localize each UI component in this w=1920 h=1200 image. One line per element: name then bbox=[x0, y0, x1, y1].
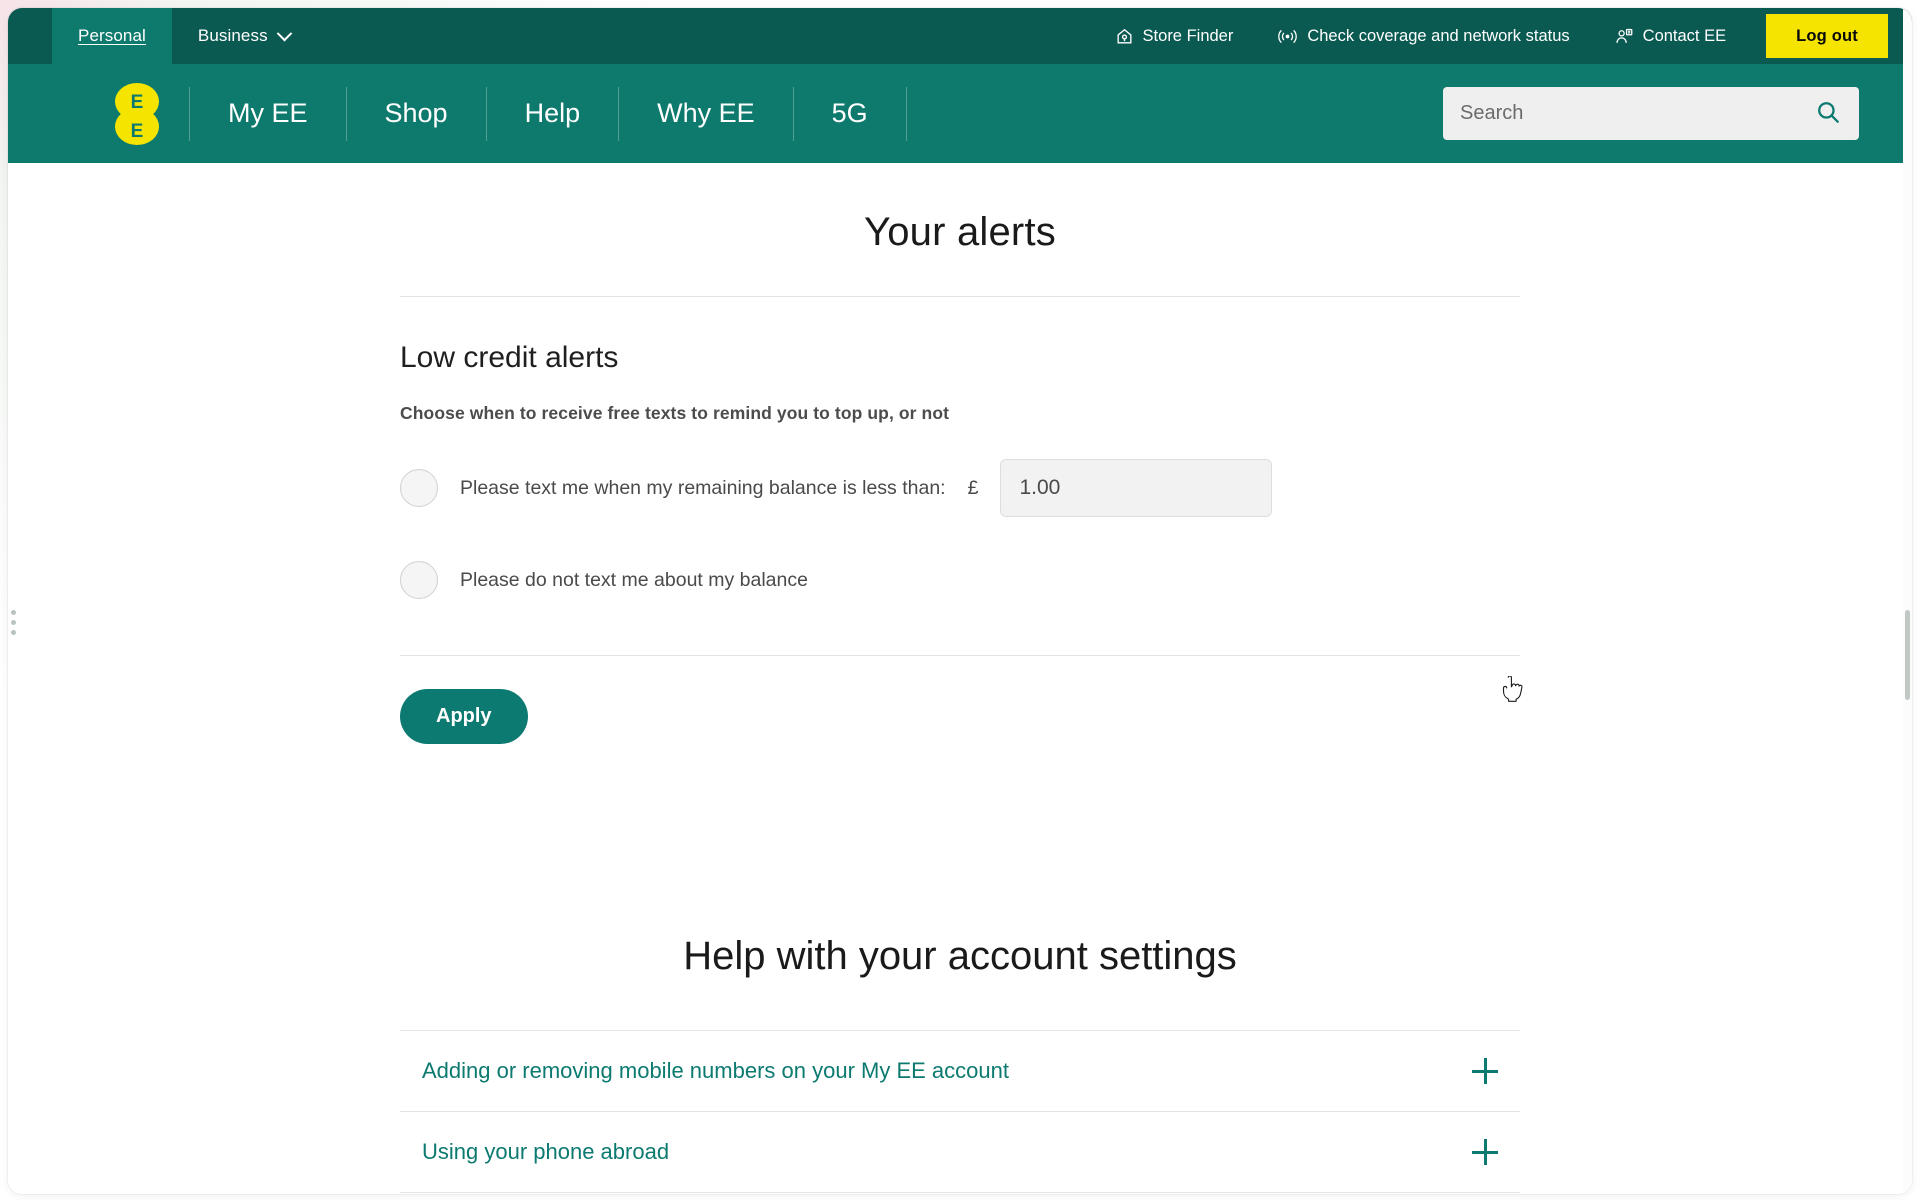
page-surface: Personal Business Store Finder Check cov… bbox=[8, 8, 1912, 1194]
apply-button[interactable]: Apply bbox=[400, 689, 528, 744]
logout-button[interactable]: Log out bbox=[1766, 14, 1888, 58]
contact-agent-icon bbox=[1614, 27, 1634, 46]
nav-item-help[interactable]: Help bbox=[487, 83, 619, 145]
ee-logo[interactable]: E E bbox=[115, 82, 159, 145]
alert-option-row-text-me[interactable]: Please text me when my remaining balance… bbox=[400, 459, 1520, 517]
main-navigation-bar: E E My EE Shop Help Why EE 5G bbox=[8, 64, 1912, 163]
vertical-scrollbar-thumb[interactable] bbox=[1905, 610, 1910, 700]
network-signal-icon bbox=[1277, 27, 1298, 46]
accordion-item-label: Using your phone abroad bbox=[422, 1139, 670, 1164]
page-content: Your alerts Low credit alerts Choose whe… bbox=[8, 163, 1912, 1194]
ee-logo-letter-1: E bbox=[130, 91, 144, 113]
store-finder-icon bbox=[1115, 27, 1134, 46]
accordion-item-phone-abroad[interactable]: Using your phone abroad bbox=[400, 1111, 1520, 1192]
content-container: Low credit alerts Choose when to receive… bbox=[400, 296, 1520, 1194]
nav-item-my-ee[interactable]: My EE bbox=[190, 83, 346, 145]
radio-text-me-label: Please text me when my remaining balance… bbox=[460, 476, 946, 499]
plus-icon[interactable] bbox=[1472, 1139, 1498, 1165]
radio-do-not-text-label: Please do not text me about my balance bbox=[460, 568, 808, 591]
handle-dot bbox=[10, 629, 16, 635]
tab-personal-label: Personal bbox=[78, 26, 146, 45]
radio-text-me-when-low[interactable] bbox=[400, 469, 438, 507]
chevron-down-icon bbox=[276, 25, 292, 41]
utility-link-label: Contact EE bbox=[1642, 26, 1727, 45]
utility-link-check-coverage[interactable]: Check coverage and network status bbox=[1255, 8, 1591, 64]
nav-item-5g[interactable]: 5G bbox=[794, 83, 906, 145]
utility-link-label: Store Finder bbox=[1142, 26, 1234, 45]
handle-dot bbox=[10, 619, 16, 625]
search-button[interactable] bbox=[1811, 95, 1845, 132]
section-subheading-low-credit: Choose when to receive free texts to rem… bbox=[400, 403, 950, 423]
tab-business[interactable]: Business bbox=[172, 8, 316, 64]
vertical-scrollbar-track[interactable] bbox=[1903, 8, 1912, 1194]
tab-personal[interactable]: Personal bbox=[52, 8, 172, 64]
utility-link-label: Check coverage and network status bbox=[1307, 26, 1570, 45]
search-bar[interactable] bbox=[1443, 87, 1859, 140]
help-accordion: Adding or removing mobile numbers on you… bbox=[400, 1030, 1520, 1194]
handle-dot bbox=[10, 609, 16, 615]
accordion-item-network-status[interactable]: How to check the status of the EE networ… bbox=[400, 1192, 1520, 1194]
resize-handle[interactable] bbox=[8, 600, 18, 644]
utility-links: Store Finder Check coverage and network … bbox=[1093, 8, 1912, 64]
ee-logo-letter-2: E bbox=[130, 120, 144, 142]
threshold-amount-input[interactable] bbox=[1000, 459, 1273, 517]
radio-do-not-text-me[interactable] bbox=[400, 561, 438, 599]
nav-item-shop[interactable]: Shop bbox=[347, 83, 486, 145]
alert-option-row-do-not-text[interactable]: Please do not text me about my balance bbox=[400, 551, 1520, 609]
audience-tabs: Personal Business bbox=[8, 8, 316, 64]
nav-divider bbox=[905, 86, 907, 141]
accordion-item-add-remove-numbers[interactable]: Adding or removing mobile numbers on you… bbox=[400, 1030, 1520, 1111]
nav-item-why-ee[interactable]: Why EE bbox=[619, 83, 793, 145]
help-section-title: Help with your account settings bbox=[683, 934, 1237, 978]
plus-icon[interactable] bbox=[1472, 1058, 1498, 1084]
utility-bar: Personal Business Store Finder Check cov… bbox=[8, 8, 1912, 64]
currency-symbol: £ bbox=[967, 476, 979, 499]
utility-link-store-finder[interactable]: Store Finder bbox=[1093, 8, 1256, 64]
accordion-item-label: Adding or removing mobile numbers on you… bbox=[422, 1058, 1009, 1083]
section-heading-low-credit: Low credit alerts bbox=[400, 341, 619, 374]
browser-viewport-frame: Personal Business Store Finder Check cov… bbox=[0, 0, 1920, 1200]
primary-nav-items: My EE Shop Help Why EE 5G bbox=[189, 83, 907, 145]
search-input[interactable] bbox=[1460, 102, 1811, 125]
utility-link-contact-ee[interactable]: Contact EE bbox=[1592, 8, 1748, 64]
search-icon bbox=[1815, 99, 1841, 128]
page-title: Your alerts bbox=[864, 210, 1056, 254]
apply-button-row: Apply bbox=[400, 656, 1520, 774]
tab-business-label: Business bbox=[197, 26, 268, 45]
